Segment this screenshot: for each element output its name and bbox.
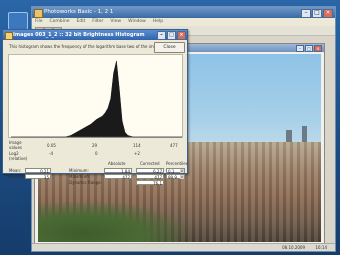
minimum-percentile-select[interactable]: 0.1 ▾ bbox=[166, 168, 185, 174]
main-window-title: Photoworks Basic - 1, 2 1 bbox=[44, 9, 114, 15]
main-window-titlebar[interactable]: Photoworks Basic - 1, 2 1 – □ × bbox=[32, 7, 335, 18]
menu-view[interactable]: View bbox=[110, 18, 121, 26]
histogram-plot bbox=[8, 54, 183, 138]
status-time: 16:14 bbox=[315, 245, 327, 250]
maximize-button[interactable]: □ bbox=[312, 9, 322, 18]
menu-help[interactable]: Help bbox=[153, 18, 163, 26]
minimum-label: Minimum: bbox=[69, 168, 89, 173]
maximum-percentile-value: 99.9 bbox=[168, 175, 177, 180]
axis-label-values: values bbox=[9, 145, 23, 150]
status-bar: 08.10.2009 16:14 bbox=[32, 243, 335, 251]
dialog-title: Images 003_1_2 :: 32 bit Brightness Hist… bbox=[13, 32, 145, 38]
dynamic-range-label: Dynamic Range: bbox=[69, 180, 102, 185]
status-date: 08.10.2009 bbox=[282, 245, 305, 250]
median-value: 35 bbox=[25, 174, 51, 180]
tick-label: 114 bbox=[133, 143, 141, 148]
histogram-dialog: Images 003_1_2 :: 32 bit Brightness Hist… bbox=[2, 29, 188, 186]
log-tick-label: 0 bbox=[95, 151, 98, 156]
dynamic-range-value: 76.1 bbox=[136, 180, 164, 186]
histogram-description: This histogram shows the frequency of th… bbox=[9, 44, 176, 49]
image-minimize-button[interactable]: – bbox=[296, 45, 304, 52]
absolute-header: Absolute bbox=[108, 161, 126, 166]
maximum-percentile-select[interactable]: 99.9 ▾ bbox=[166, 174, 185, 180]
tick-label: 0.05 bbox=[47, 143, 56, 148]
close-button[interactable]: × bbox=[323, 9, 333, 18]
maximum-label: Maximum: bbox=[69, 174, 91, 179]
log-tick-label: -4 bbox=[49, 151, 53, 156]
maximum-corrected: 477 bbox=[136, 174, 164, 180]
menu-window[interactable]: Window bbox=[128, 18, 146, 26]
menu-bar: File Combine Edit Filter View Window Hel… bbox=[32, 18, 335, 26]
tick-label: 29 bbox=[92, 143, 98, 148]
menu-edit[interactable]: Edit bbox=[77, 18, 86, 26]
mean-label: Mean: bbox=[9, 168, 22, 173]
percentiles-header: Percentiles bbox=[166, 161, 188, 166]
histogram-area bbox=[11, 60, 182, 138]
image-maximize-button[interactable]: □ bbox=[305, 45, 313, 52]
app-icon bbox=[34, 9, 43, 18]
minimum-corrected: 6.27 bbox=[136, 168, 164, 174]
dialog-minimize-button[interactable]: – bbox=[157, 31, 166, 40]
menu-filter[interactable]: Filter bbox=[92, 18, 103, 26]
desktop-icon[interactable] bbox=[8, 12, 28, 30]
median-label: Median: bbox=[9, 174, 25, 179]
chevron-down-icon: ▾ bbox=[180, 175, 184, 179]
tick-label: 477 bbox=[170, 143, 178, 148]
corrected-header: Corrected bbox=[140, 161, 160, 166]
chevron-down-icon: ▾ bbox=[180, 169, 184, 173]
mean-value: 0.21 bbox=[25, 168, 51, 174]
dialog-titlebar[interactable]: Images 003_1_2 :: 32 bit Brightness Hist… bbox=[3, 30, 187, 40]
minimum-absolute: 1.84 bbox=[104, 168, 132, 174]
minimize-button[interactable]: – bbox=[301, 9, 311, 18]
dialog-close-icon[interactable]: × bbox=[177, 31, 186, 40]
histogram-chart bbox=[11, 60, 182, 138]
maximum-absolute: 477 bbox=[104, 174, 132, 180]
dialog-maximize-button[interactable]: □ bbox=[167, 31, 176, 40]
image-close-button[interactable]: × bbox=[314, 45, 322, 52]
menu-file[interactable]: File bbox=[35, 18, 43, 26]
close-button[interactable]: Close bbox=[154, 42, 185, 53]
menu-combine[interactable]: Combine bbox=[50, 18, 70, 26]
dialog-icon bbox=[5, 32, 13, 40]
axis-label-relative: (relative) bbox=[9, 156, 28, 161]
log-tick-label: +2 bbox=[134, 151, 140, 156]
